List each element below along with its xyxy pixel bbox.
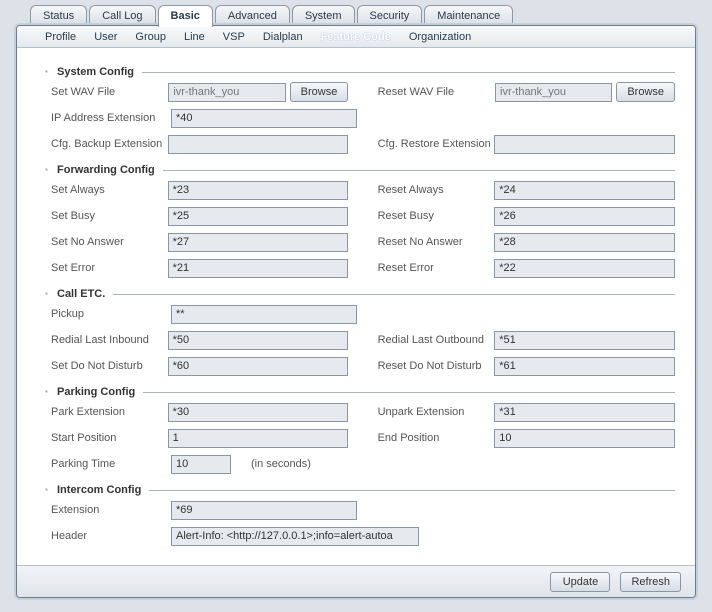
input-start-pos[interactable] <box>168 429 349 448</box>
label-reset-dnd: Reset Do Not Disturb <box>378 360 495 372</box>
input-reset-error[interactable] <box>494 259 675 278</box>
section-marker-icon: ▪ <box>45 389 51 395</box>
tab-status[interactable]: Status <box>30 5 87 27</box>
section-title: Call ETC. <box>57 288 105 300</box>
label-reset-wav: Reset WAV File <box>378 86 495 98</box>
label-end-pos: End Position <box>378 432 495 444</box>
input-set-error[interactable] <box>168 259 349 278</box>
label-redial-out: Redial Last Outbound <box>378 334 495 346</box>
tab-call-log[interactable]: Call Log <box>89 5 155 27</box>
input-redial-out[interactable] <box>494 331 675 350</box>
input-reset-wav[interactable] <box>495 83 612 102</box>
input-reset-always[interactable] <box>494 181 675 200</box>
update-button[interactable]: Update <box>550 572 610 592</box>
section-divider <box>149 490 675 491</box>
label-unpark-ext: Unpark Extension <box>378 406 495 418</box>
subtab-profile[interactable]: Profile <box>45 31 76 43</box>
label-cfg-restore: Cfg. Restore Extension <box>378 138 495 150</box>
label-park-ext: Park Extension <box>45 406 168 418</box>
label-set-noanswer: Set No Answer <box>45 236 168 248</box>
label-start-pos: Start Position <box>45 432 168 444</box>
input-pickup[interactable] <box>171 305 357 324</box>
label-park-time: Parking Time <box>45 458 171 470</box>
section-marker-icon: ▪ <box>45 487 51 493</box>
label-reset-always: Reset Always <box>378 184 495 196</box>
section-marker-icon: ▪ <box>45 69 51 75</box>
section-call-etc: ▪ Call ETC. <box>45 288 675 300</box>
input-end-pos[interactable] <box>494 429 675 448</box>
input-reset-dnd[interactable] <box>494 357 675 376</box>
subtab-user[interactable]: User <box>94 31 117 43</box>
section-title: Parking Config <box>57 386 135 398</box>
section-title: Forwarding Config <box>57 164 155 176</box>
section-parking-config: ▪ Parking Config <box>45 386 675 398</box>
section-marker-icon: ▪ <box>45 291 51 297</box>
label-intercom-header: Header <box>45 530 171 542</box>
subtab-group[interactable]: Group <box>135 31 166 43</box>
main-panel: Profile User Group Line VSP Dialplan Fea… <box>16 25 696 598</box>
input-reset-noanswer[interactable] <box>494 233 675 252</box>
label-redial-in: Redial Last Inbound <box>45 334 168 346</box>
note-park-time: (in seconds) <box>251 458 311 470</box>
input-set-busy[interactable] <box>168 207 349 226</box>
section-marker-icon: ▪ <box>45 167 51 173</box>
subtab-line[interactable]: Line <box>184 31 205 43</box>
label-intercom-ext: Extension <box>45 504 171 516</box>
input-cfg-restore[interactable] <box>494 135 675 154</box>
input-set-dnd[interactable] <box>168 357 349 376</box>
input-ip-ext[interactable] <box>171 109 357 128</box>
label-reset-noanswer: Reset No Answer <box>378 236 495 248</box>
label-set-always: Set Always <box>45 184 168 196</box>
tab-system[interactable]: System <box>292 5 355 27</box>
label-reset-error: Reset Error <box>378 262 495 274</box>
refresh-button[interactable]: Refresh <box>620 572 681 592</box>
subtab-organization[interactable]: Organization <box>409 31 471 43</box>
section-forwarding-config: ▪ Forwarding Config <box>45 164 675 176</box>
section-intercom-config: ▪ Intercom Config <box>45 484 675 496</box>
input-park-ext[interactable] <box>168 403 349 422</box>
input-unpark-ext[interactable] <box>494 403 675 422</box>
tab-security[interactable]: Security <box>357 5 423 27</box>
label-ip-ext: IP Address Extension <box>45 112 171 124</box>
input-intercom-header[interactable] <box>171 527 419 546</box>
tab-maintenance[interactable]: Maintenance <box>424 5 513 27</box>
section-divider <box>163 170 675 171</box>
section-divider <box>143 392 675 393</box>
section-title: System Config <box>57 66 134 78</box>
section-divider <box>142 72 675 73</box>
input-park-time[interactable] <box>171 455 231 474</box>
subtab-vsp[interactable]: VSP <box>223 31 245 43</box>
content-area: ▪ System Config Set WAV File Browse Rese… <box>17 48 695 563</box>
subtab-feature-code[interactable]: Feature Code <box>321 31 391 43</box>
input-cfg-backup[interactable] <box>168 135 349 154</box>
input-redial-in[interactable] <box>168 331 349 350</box>
input-reset-busy[interactable] <box>494 207 675 226</box>
label-reset-busy: Reset Busy <box>378 210 495 222</box>
section-system-config: ▪ System Config <box>45 66 675 78</box>
section-title: Intercom Config <box>57 484 141 496</box>
subtab-dialplan[interactable]: Dialplan <box>263 31 303 43</box>
label-set-dnd: Set Do Not Disturb <box>45 360 168 372</box>
browse-reset-wav-button[interactable]: Browse <box>616 82 675 102</box>
label-cfg-backup: Cfg. Backup Extension <box>45 138 168 150</box>
footer-bar: Update Refresh <box>17 565 695 597</box>
input-set-noanswer[interactable] <box>168 233 349 252</box>
section-divider <box>113 294 675 295</box>
sub-tab-bar: Profile User Group Line VSP Dialplan Fea… <box>17 26 695 48</box>
input-set-wav[interactable] <box>168 83 285 102</box>
tab-advanced[interactable]: Advanced <box>215 5 290 27</box>
top-tab-bar: Status Call Log Basic Advanced System Se… <box>30 4 682 26</box>
label-pickup: Pickup <box>45 308 171 320</box>
label-set-busy: Set Busy <box>45 210 168 222</box>
browse-set-wav-button[interactable]: Browse <box>290 82 349 102</box>
label-set-error: Set Error <box>45 262 168 274</box>
input-intercom-ext[interactable] <box>171 501 357 520</box>
label-set-wav: Set WAV File <box>45 86 168 98</box>
tab-basic[interactable]: Basic <box>158 5 213 27</box>
input-set-always[interactable] <box>168 181 349 200</box>
